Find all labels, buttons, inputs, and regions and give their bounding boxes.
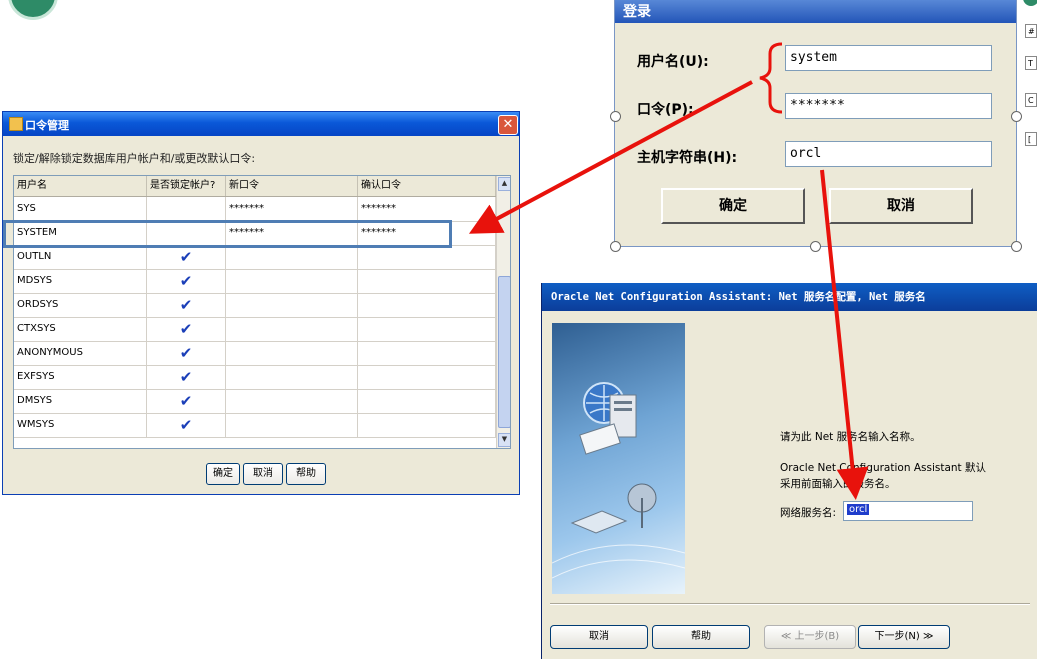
annotation-bracket (759, 42, 783, 114)
annotation-overlay (468, 42, 869, 500)
annotation-arrow-to-system-row (468, 80, 753, 234)
annotation-arrow-to-service-name (820, 169, 869, 500)
